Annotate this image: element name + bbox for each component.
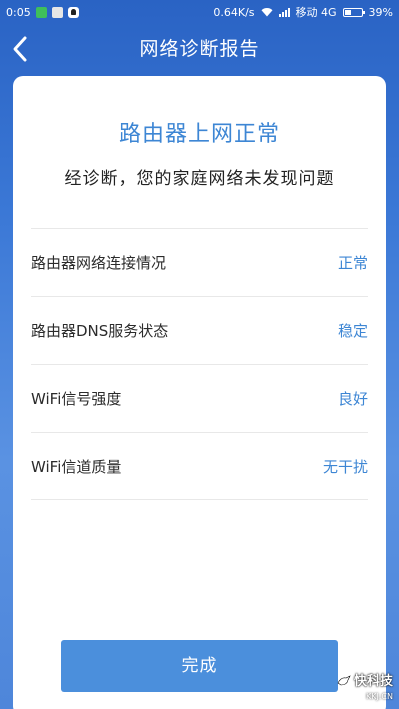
status-right: 0.64K/s 移动 4G 39%: [213, 0, 393, 24]
check-row-wifi-signal: WiFi信号强度 良好: [31, 364, 368, 432]
status-time: 0:05: [6, 5, 31, 19]
check-row-connection: 路由器网络连接情况 正常: [31, 228, 368, 296]
result-headline: 路由器上网正常: [118, 122, 280, 147]
check-label: 路由器网络连接情况: [31, 254, 167, 272]
check-status: 无干扰: [322, 457, 368, 476]
network-speed: 0.64K/s: [213, 5, 255, 19]
check-list: 路由器网络连接情况 正常 路由器DNS服务状态 稳定 WiFi信号强度 良好 W…: [31, 228, 368, 500]
check-status: 正常: [337, 254, 368, 272]
wechat-notification-icon: [35, 6, 47, 18]
check-row-wifi-channel: WiFi信道质量 无干扰: [31, 432, 368, 500]
battery-icon: [342, 7, 365, 17]
check-row-dns: 路由器DNS服务状态 稳定: [31, 296, 368, 364]
watermark-logo: 快科技 KKJ.CN: [337, 674, 393, 701]
wifi-icon: [261, 8, 273, 17]
report-card: 路由器上网正常 经诊断，您的家庭网络未发现问题 路由器网络连接情况 正常 路由器…: [13, 76, 386, 709]
status-left: 0:05: [0, 6, 79, 19]
page-title: 网络诊断报告: [139, 38, 260, 60]
screen: 0:05 0.64K/s 移动 4G 39% 网络诊断报告 路由器上网正常 经诊…: [0, 0, 399, 709]
bird-logo-icon: [337, 675, 351, 686]
result-summary: 经诊断，您的家庭网络未发现问题: [64, 169, 335, 189]
watermark-name: 快科技: [353, 673, 393, 689]
battery-percent: 39%: [368, 5, 393, 19]
watermark-domain: KKJ.CN: [366, 692, 393, 701]
title-bar: 网络诊断报告: [0, 24, 399, 74]
check-label: 路由器DNS服务状态: [31, 322, 169, 340]
check-label: WiFi信道质量: [31, 457, 122, 476]
watermark-brand: 快科技: [337, 674, 393, 688]
status-bar: 0:05 0.64K/s 移动 4G 39%: [0, 0, 399, 24]
check-label: WiFi信号强度: [31, 390, 122, 408]
gallery-notification-icon: [51, 6, 63, 18]
qq-notification-icon: [67, 6, 79, 18]
check-status: 良好: [337, 390, 368, 408]
signal-icon: [278, 7, 290, 17]
battery-level-fill: [344, 9, 351, 15]
carrier-label: 移动 4G: [295, 6, 337, 19]
done-button[interactable]: 完成: [61, 640, 338, 692]
battery-cap: [362, 10, 365, 14]
check-status: 稳定: [337, 322, 368, 340]
